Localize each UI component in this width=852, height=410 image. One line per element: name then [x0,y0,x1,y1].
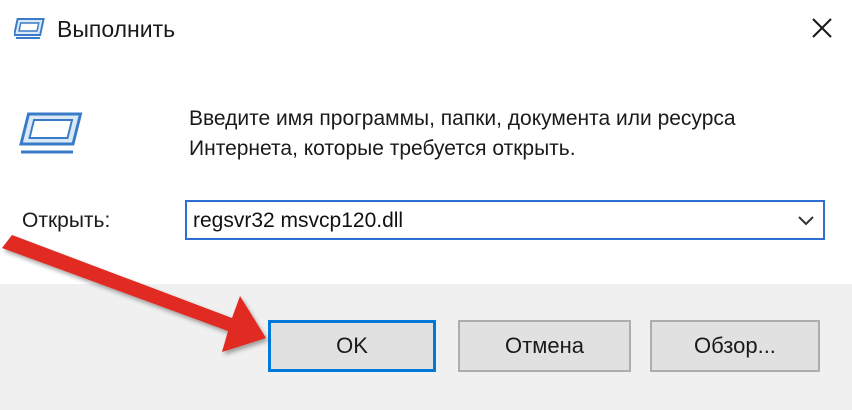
chevron-down-icon [798,216,814,226]
close-icon [812,18,832,38]
cancel-button[interactable]: Отмена [458,320,631,372]
dropdown-button[interactable] [793,208,819,234]
command-input[interactable]: regsvr32 msvcp120.dll [193,207,403,235]
title-bar: Выполнить [0,0,852,58]
close-button[interactable] [792,0,852,56]
run-dialog: Выполнить Введите имя программы, папки, … [0,0,852,410]
run-dialog-icon [19,112,83,154]
command-combobox[interactable]: regsvr32 msvcp120.dll [185,200,825,240]
open-label: Открыть: [22,209,111,232]
run-icon [14,18,45,39]
window-title: Выполнить [57,16,176,42]
ok-button[interactable]: OK [268,320,436,372]
instructions-text: Введите имя программы, папки, документа … [189,107,736,160]
browse-button[interactable]: Обзор... [650,320,820,372]
